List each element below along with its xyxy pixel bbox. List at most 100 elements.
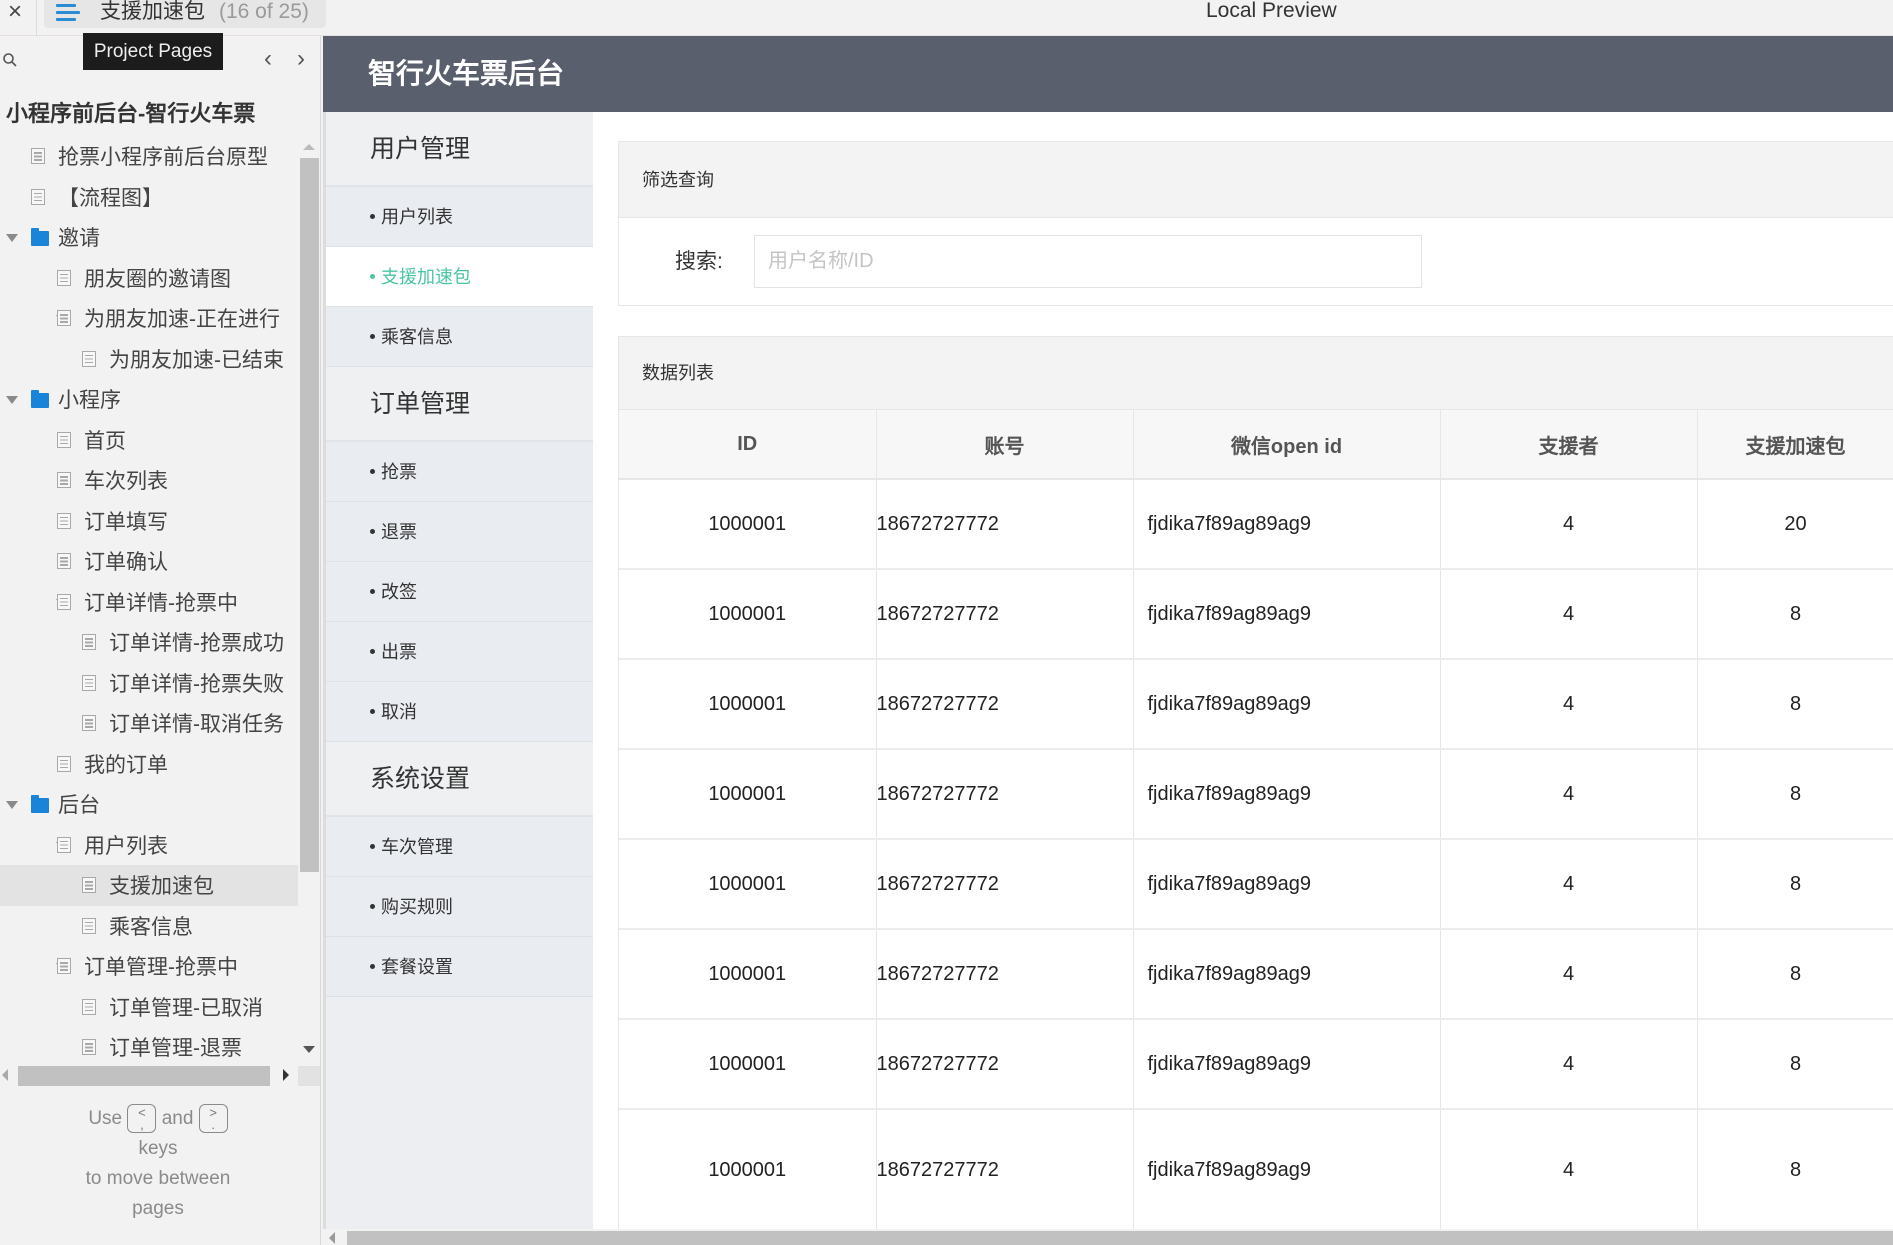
tree-item-label: 后台 [58,794,100,818]
nav-item[interactable]: 车次管理 [326,817,593,877]
table-row[interactable]: 1000001 18672727772 fjdika7f89ag89ag9 4 8 [619,1109,1893,1232]
tree-item[interactable]: 车次列表 [0,460,298,501]
scroll-left-icon[interactable] [2,1069,8,1081]
page-icon [57,269,71,286]
cell-supporters: 4 [1440,929,1698,1020]
keyboard-hint: Use <, and >. keys to move between pages [40,1104,276,1224]
tree-item[interactable]: 订单详情-取消任务 [0,703,298,744]
nav-item[interactable]: 支援加速包 [326,247,593,307]
previous-page-icon[interactable]: ‹ [259,47,277,72]
nav-item[interactable]: 套餐设置 [326,937,593,997]
nav-group-heading: 用户管理 [326,112,593,187]
scroll-right-icon[interactable] [283,1069,289,1081]
nav-item[interactable]: 出票 [326,622,593,682]
tree-item[interactable]: 抢票小程序前后台原型 [0,136,298,177]
tree-item[interactable]: 订单填写 [0,501,298,542]
project-pages-button[interactable]: 支援加速包 (16 of 25) [44,0,326,28]
tree-item[interactable]: 首页 [0,420,298,461]
period-key-icon: >. [198,1104,228,1134]
tree-item[interactable]: 用户列表 [0,825,298,866]
tree-item[interactable]: 订单详情-抢票中 [0,582,298,623]
tree-item[interactable]: 后台 [0,784,298,825]
tree-item-label: 我的订单 [84,753,168,777]
scroll-up-icon[interactable] [303,144,315,150]
nav-item[interactable]: 乘客信息 [326,307,593,367]
page-name: 支援加速包 [100,0,205,23]
tree-item[interactable]: 订单详情-抢票成功 [0,622,298,663]
tree-item[interactable]: 订单管理-退票 [0,1027,298,1068]
cell-account: 18672727772 [876,1019,1134,1110]
cell-id: 1000001 [619,929,877,1020]
tree-item[interactable]: 乘客信息 [0,906,298,947]
nav-item[interactable]: 用户列表 [326,187,593,247]
nav-item[interactable]: 抢票 [326,442,593,502]
tree-item-label: 订单管理-已取消 [109,996,263,1020]
cell-account: 18672727772 [876,929,1134,1020]
tree-item[interactable]: 朋友圈的邀请图 [0,258,298,299]
horizontal-scrollbar[interactable] [323,1229,1893,1245]
tree-vertical-scrollbar[interactable] [298,136,320,1056]
column-header-account[interactable]: 账号 [876,410,1134,480]
tree-item-label: 抢票小程序前后台原型 [58,146,268,170]
tree-item-label: 订单确认 [84,551,168,575]
cell-openid: fjdika7f89ag89ag9 [1133,569,1441,660]
tree-item[interactable]: 订单管理-已取消 [0,987,298,1028]
nav-item[interactable]: 购买规则 [326,877,593,937]
column-header-supporters[interactable]: 支援者 [1440,410,1698,480]
search-input[interactable] [754,235,1422,288]
page-icon [57,431,71,448]
tree-item[interactable]: 我的订单 [0,744,298,785]
page-icon [82,634,96,650]
next-page-icon[interactable]: › [292,47,310,72]
table-row[interactable]: 1000001 18672727772 fjdika7f89ag89ag9 4 8 [619,929,1893,1020]
close-icon[interactable]: × [4,0,26,26]
page-icon [57,553,71,569]
tree-item[interactable]: 【流程图】 [0,177,298,218]
cell-openid: fjdika7f89ag89ag9 [1133,659,1441,750]
tree-item[interactable]: 支援加速包 [0,865,298,906]
nav-item[interactable]: 改签 [326,562,593,622]
nav-item[interactable]: 退票 [326,502,593,562]
table-row[interactable]: 1000001 18672727772 fjdika7f89ag89ag9 4 8 [619,749,1893,840]
cell-boost-pack: 8 [1697,1019,1893,1110]
tree-item[interactable]: 小程序 [0,379,298,420]
table-row[interactable]: 1000001 18672727772 fjdika7f89ag89ag9 4 8 [619,1019,1893,1110]
scroll-left-icon[interactable] [329,1232,335,1244]
page-icon [57,512,71,529]
search-icon[interactable] [2,52,18,68]
nav-item[interactable]: 取消 [326,682,593,742]
table-row[interactable]: 1000001 18672727772 fjdika7f89ag89ag9 4 8 [619,569,1893,660]
main-content: 筛选查询 搜索: 数据列表 ID 账号 微信open id 支援者 支援加速包 … [593,112,1893,1236]
page-icon [82,350,96,367]
hint-line2: to move between [85,1168,231,1189]
hint-line3: pages [132,1198,184,1219]
hint-use: Use [88,1108,123,1129]
expand-caret-icon[interactable] [6,396,18,404]
scroll-thumb[interactable] [300,158,319,872]
tree-item-label: 订单详情-抢票中 [84,591,238,615]
tree-item[interactable]: 订单确认 [0,541,298,582]
table-row[interactable]: 1000001 18672727772 fjdika7f89ag89ag9 4 8 [619,839,1893,930]
tree-item[interactable]: 订单详情-抢票失败 [0,663,298,704]
expand-caret-icon[interactable] [6,801,18,809]
column-header-id[interactable]: ID [619,410,877,480]
tree-item[interactable]: 订单管理-抢票中 [0,946,298,987]
scroll-down-icon[interactable] [303,1046,315,1053]
menu-icon [56,4,80,22]
tree-item-label: 订单管理-抢票中 [84,956,238,980]
tree-item[interactable]: 邀请 [0,217,298,258]
scroll-thumb[interactable] [347,1231,1893,1245]
tree-horizontal-scrollbar[interactable] [0,1064,321,1086]
column-header-openid[interactable]: 微信open id [1133,410,1441,480]
table-row[interactable]: 1000001 18672727772 fjdika7f89ag89ag9 4 8 [619,659,1893,750]
window-title: Local Preview [1206,0,1337,22]
tree-item[interactable]: 为朋友加速-正在进行 [0,298,298,339]
column-header-boost-pack[interactable]: 支援加速包 [1697,410,1893,480]
page-icon [57,472,71,488]
bullet-icon [370,844,375,850]
tree-item[interactable]: 为朋友加速-已结束 [0,339,298,380]
scroll-thumb[interactable] [18,1066,270,1086]
table-row[interactable]: 1000001 18672727772 fjdika7f89ag89ag9 4 20 [619,479,1893,570]
expand-caret-icon[interactable] [6,234,18,242]
top-bar: × 支援加速包 (16 of 25) Local Preview [0,0,1893,36]
